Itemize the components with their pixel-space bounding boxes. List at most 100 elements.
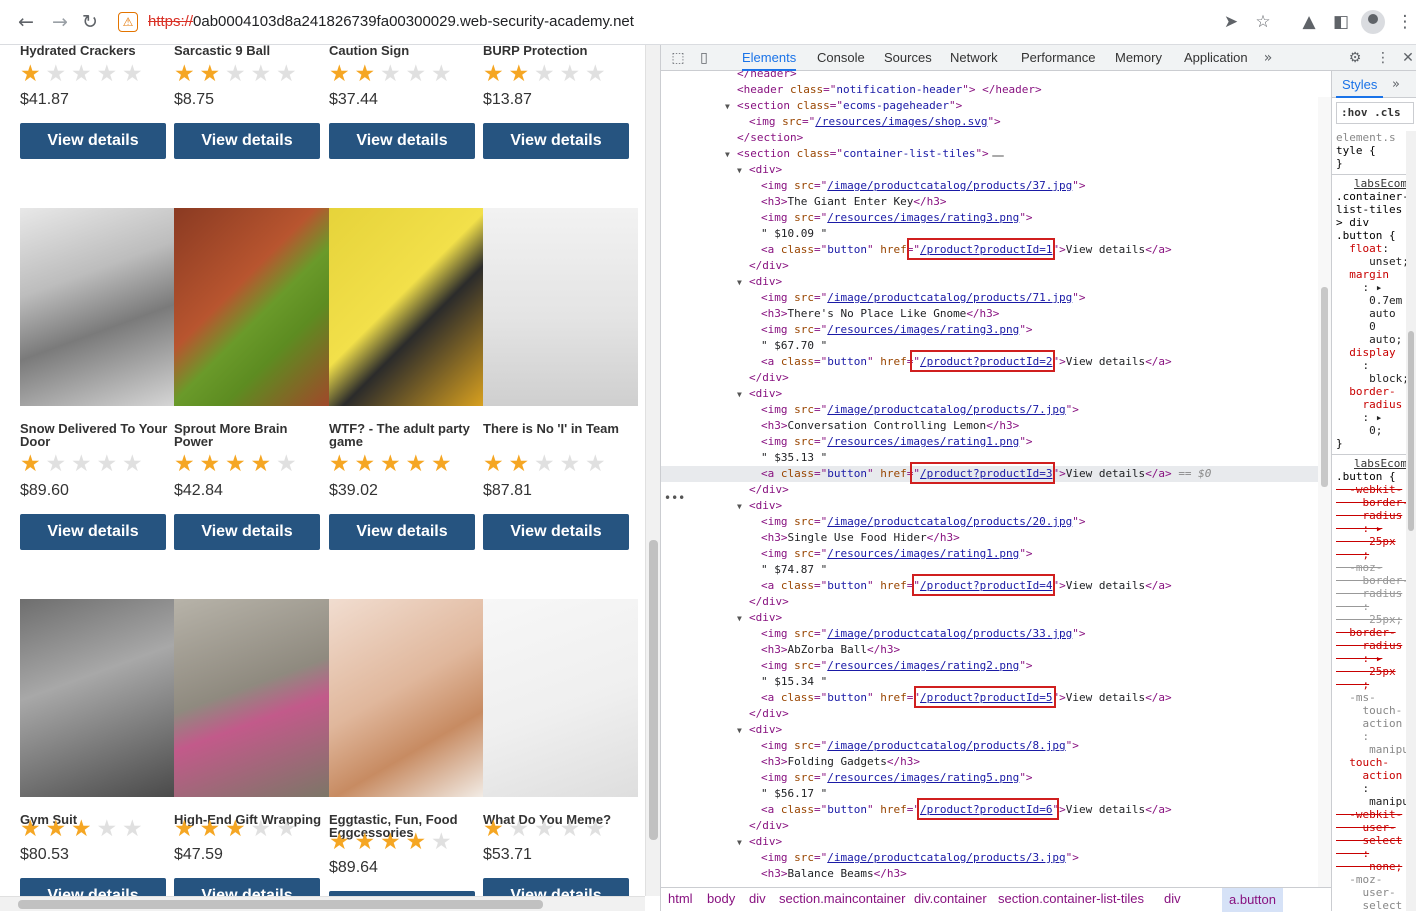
arrow-left-icon[interactable]: ←: [12, 8, 40, 36]
scrollbar-thumb[interactable]: [1408, 331, 1414, 531]
tab-sources[interactable]: Sources: [884, 45, 932, 71]
dom-node[interactable]: <img src="/resources/images/rating5.png"…: [661, 770, 1331, 786]
breadcrumb-item[interactable]: section.maincontainer: [779, 891, 905, 906]
dom-node[interactable]: </div>: [661, 594, 1331, 610]
dom-node[interactable]: <h3>Conversation Controlling Lemon</h3>: [661, 418, 1331, 434]
dom-node[interactable]: ▼ <div>: [661, 274, 1331, 290]
view-details-button[interactable]: View details: [20, 878, 166, 896]
elements-tree[interactable]: </header> <header class="notification-hea…: [661, 71, 1331, 887]
view-details-button[interactable]: View details: [483, 514, 629, 550]
view-details-button[interactable]: View details: [20, 514, 166, 550]
breadcrumb-item[interactable]: body: [707, 891, 735, 906]
view-details-button[interactable]: View details: [20, 123, 166, 159]
dom-node[interactable]: <img src="/resources/images/rating3.png"…: [661, 210, 1331, 226]
dom-node[interactable]: <img src="/image/productcatalog/products…: [661, 178, 1331, 194]
flask-icon[interactable]: ▲: [1297, 10, 1321, 34]
tab-elements[interactable]: Elements: [742, 45, 797, 71]
avatar[interactable]: [1361, 10, 1385, 34]
product-image[interactable]: [483, 208, 638, 406]
product-image[interactable]: [329, 599, 484, 797]
scrollbar-thumb[interactable]: [649, 540, 658, 840]
dom-node[interactable]: <img src="/image/productcatalog/products…: [661, 738, 1331, 754]
arrow-right-icon[interactable]: →: [46, 8, 74, 36]
styles-filter-input[interactable]: :hov .cls: [1336, 102, 1414, 124]
breadcrumb-item[interactable]: div.container: [914, 891, 987, 906]
tab-styles[interactable]: Styles: [1336, 71, 1384, 98]
breadcrumb-item[interactable]: div: [749, 891, 766, 906]
tab-performance[interactable]: Performance: [1021, 45, 1095, 71]
dom-node[interactable]: <h3>Single Use Food Hider</h3>: [661, 530, 1331, 546]
dom-node[interactable]: <h3>Folding Gadgets</h3>: [661, 754, 1331, 770]
dom-node[interactable]: <img src="/resources/images/rating2.png"…: [661, 658, 1331, 674]
product-image[interactable]: [20, 208, 175, 406]
device-toolbar-icon[interactable]: ▯: [695, 49, 713, 67]
styles-scrollbar[interactable]: [1406, 131, 1416, 911]
inspect-element-icon[interactable]: ⬚: [669, 49, 687, 67]
dom-node[interactable]: </section>: [661, 130, 1331, 146]
not-secure-icon[interactable]: ⚠: [118, 12, 138, 32]
tab-console[interactable]: Console: [817, 45, 865, 71]
close-icon[interactable]: ✕: [1399, 49, 1416, 67]
breadcrumb-item[interactable]: a.button: [1222, 888, 1283, 912]
view-details-button[interactable]: View details: [483, 123, 629, 159]
dom-node[interactable]: <h3>AbZorba Ball</h3>: [661, 642, 1331, 658]
tab-application[interactable]: Application: [1184, 45, 1248, 71]
dom-node[interactable]: ▼ <div>: [661, 162, 1331, 178]
dom-node[interactable]: ▼ <div>: [661, 498, 1331, 514]
gear-icon[interactable]: ⚙: [1346, 49, 1364, 67]
dom-node[interactable]: <img src="/resources/images/rating1.png"…: [661, 434, 1331, 450]
view-details-button[interactable]: View details: [483, 878, 629, 896]
reload-icon[interactable]: ↻: [76, 8, 104, 36]
product-image[interactable]: [174, 208, 329, 406]
product-image[interactable]: [174, 599, 329, 797]
view-details-button[interactable]: View details: [174, 123, 320, 159]
page-vertical-scrollbar[interactable]: [645, 45, 660, 896]
dom-node[interactable]: <img src="/resources/images/rating1.png"…: [661, 546, 1331, 562]
dom-node[interactable]: </div>: [661, 482, 1331, 498]
dom-node[interactable]: <img src="/image/productcatalog/products…: [661, 626, 1331, 642]
dom-node[interactable]: <img src="/image/productcatalog/products…: [661, 402, 1331, 418]
elements-scrollbar[interactable]: [1318, 97, 1331, 887]
dom-node[interactable]: <img src="/resources/images/rating3.png"…: [661, 322, 1331, 338]
breadcrumb-item[interactable]: section.container-list-tiles: [998, 891, 1144, 906]
dom-node[interactable]: ▼ <div>: [661, 386, 1331, 402]
tab-memory[interactable]: Memory: [1115, 45, 1162, 71]
dom-node[interactable]: ▼ <div>: [661, 722, 1331, 738]
dom-node[interactable]: </div>: [661, 258, 1331, 274]
dom-node[interactable]: <img src="/resources/images/shop.svg">: [661, 114, 1331, 130]
breadcrumb-item[interactable]: div: [1164, 891, 1181, 906]
side-panel-icon[interactable]: ◧: [1329, 10, 1353, 34]
flex-badge[interactable]: [991, 155, 1004, 157]
address-bar[interactable]: ⚠ https://0ab0004103d8a241826739fa003000…: [110, 6, 1290, 39]
dom-node[interactable]: </div>: [661, 370, 1331, 386]
dom-node[interactable]: ▼ <section class="ecoms-pageheader">: [661, 98, 1331, 114]
dom-node[interactable]: <h3>The Giant Enter Key</h3>: [661, 194, 1331, 210]
dom-node[interactable]: ▼ <div>: [661, 834, 1331, 850]
dom-node[interactable]: </div>: [661, 818, 1331, 834]
view-details-button[interactable]: View details: [174, 878, 320, 896]
dom-node[interactable]: <img src="/image/productcatalog/products…: [661, 514, 1331, 530]
product-image[interactable]: [20, 599, 175, 797]
more-tabs-icon[interactable]: »: [1259, 49, 1277, 67]
more-tabs-icon[interactable]: »: [1392, 77, 1400, 92]
product-image[interactable]: [329, 208, 484, 406]
dom-node[interactable]: <header class="notification-header"> </h…: [661, 82, 1331, 98]
dom-node[interactable]: <h3>There's No Place Like Gnome</h3>: [661, 306, 1331, 322]
scrollbar-thumb[interactable]: [18, 900, 543, 909]
url-text[interactable]: https://0ab0004103d8a241826739fa00300029…: [148, 13, 634, 30]
kebab-menu-icon[interactable]: ⋮: [1393, 10, 1416, 34]
dom-node[interactable]: <img src="/image/productcatalog/products…: [661, 290, 1331, 306]
view-details-button[interactable]: View details: [329, 123, 475, 159]
tab-network[interactable]: Network: [950, 45, 998, 71]
product-image[interactable]: [483, 599, 638, 797]
page-horizontal-scrollbar[interactable]: [0, 896, 645, 911]
star-bookmark-icon[interactable]: ☆: [1251, 10, 1275, 34]
dom-node[interactable]: ▼ <section class="container-list-tiles">: [661, 146, 1331, 162]
breadcrumb-item[interactable]: html: [668, 891, 693, 906]
kebab-menu-icon[interactable]: ⋮: [1374, 49, 1392, 67]
dom-node[interactable]: <h3>Balance Beams</h3>: [661, 866, 1331, 882]
dom-node[interactable]: <img src="/image/productcatalog/products…: [661, 850, 1331, 866]
send-icon[interactable]: ➤: [1219, 10, 1243, 34]
dom-node[interactable]: ▼ <div>: [661, 610, 1331, 626]
dom-node[interactable]: </div>: [661, 706, 1331, 722]
